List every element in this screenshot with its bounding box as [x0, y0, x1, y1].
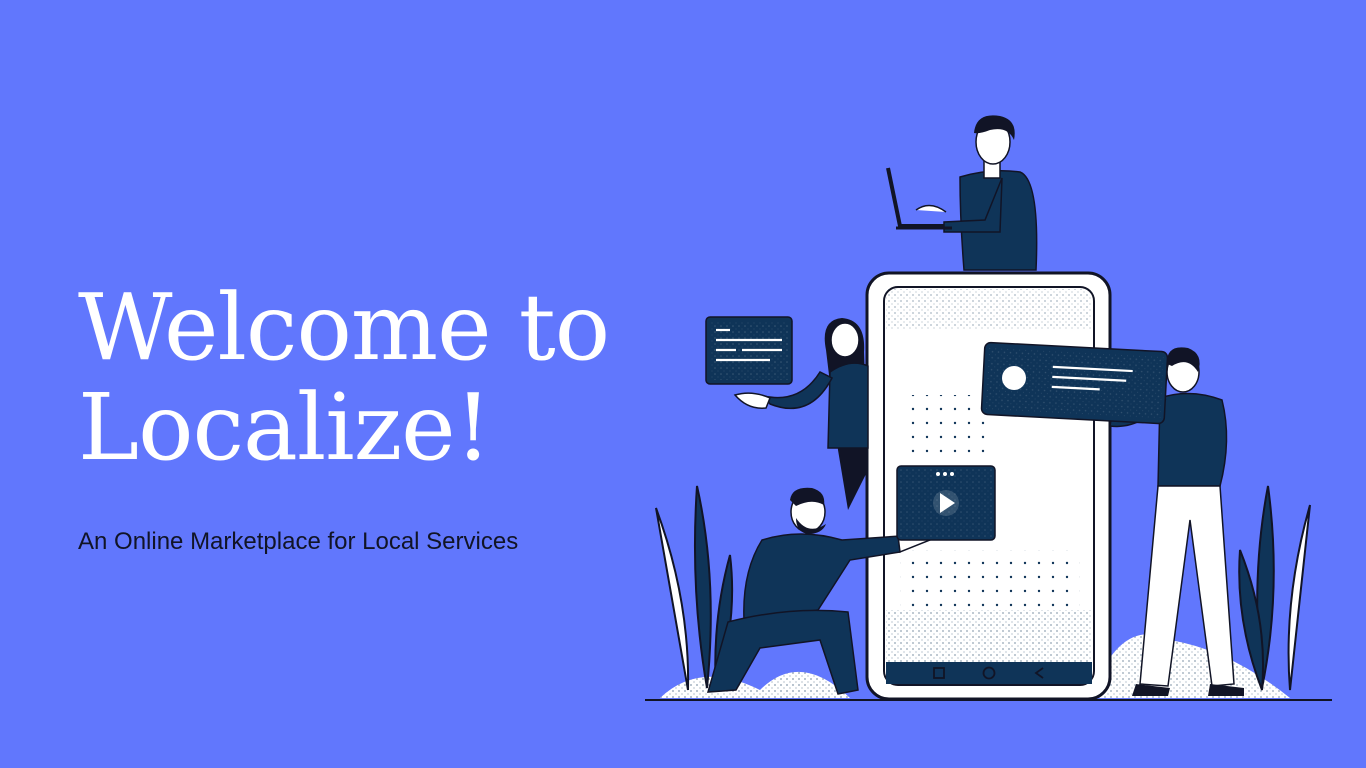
profile-card-icon: [980, 341, 1169, 425]
top-person: [886, 115, 1038, 271]
page-title: Welcome to Localize!: [78, 278, 678, 478]
right-plant: [1238, 485, 1311, 691]
video-play-icon: [933, 490, 959, 516]
laptop-icon: [886, 167, 952, 230]
team-phone-illustration: [645, 115, 1332, 701]
title-slide: Welcome to Localize! An Online Marketpla…: [0, 0, 1366, 768]
page-subtitle: An Online Marketplace for Local Services: [78, 528, 519, 555]
text-card-icon: [705, 316, 793, 385]
title-line-2: Localize!: [78, 374, 492, 481]
video-card: [896, 465, 996, 541]
title-line-1: Welcome to: [78, 274, 610, 381]
